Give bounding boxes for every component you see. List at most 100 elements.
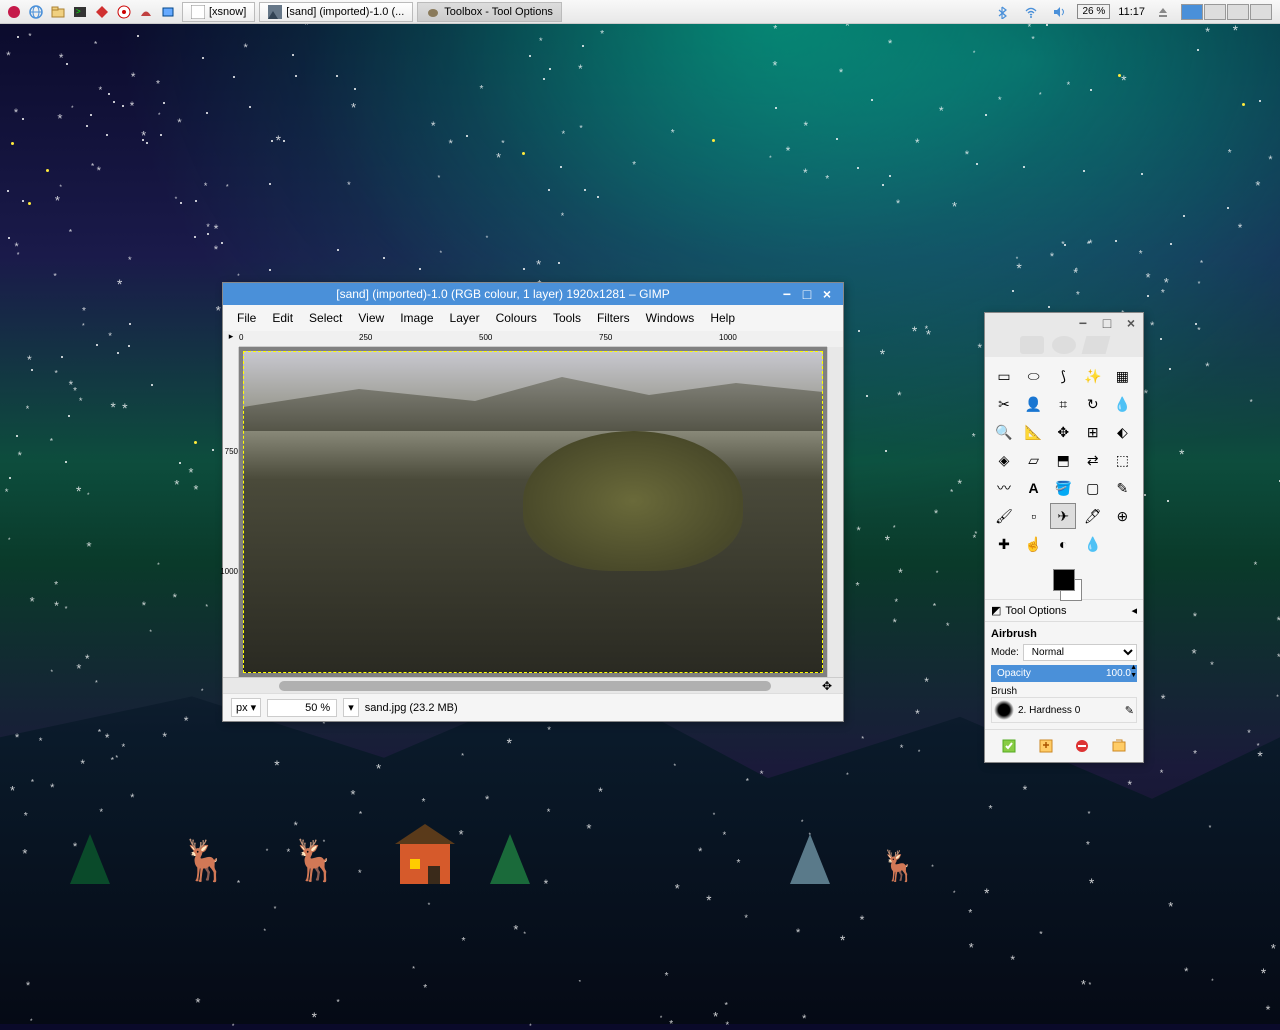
- tool-color-select[interactable]: ▦: [1109, 363, 1135, 389]
- fg-color-swatch[interactable]: [1053, 569, 1075, 591]
- menu-icon[interactable]: [4, 2, 24, 22]
- reset-icon[interactable]: [1109, 736, 1129, 756]
- menu-file[interactable]: File: [229, 309, 264, 327]
- tool-foreground[interactable]: 👤: [1021, 391, 1047, 417]
- volume-icon[interactable]: [1049, 2, 1069, 22]
- tool-cage[interactable]: ⬚: [1109, 447, 1135, 473]
- tool-shear[interactable]: ▱: [1021, 447, 1047, 473]
- scrollbar-vertical[interactable]: [827, 347, 843, 677]
- canvas[interactable]: [239, 347, 827, 677]
- taskbar-app-xsnow[interactable]: [xsnow]: [182, 2, 255, 22]
- opacity-up[interactable]: ▲: [1130, 664, 1137, 671]
- tool-blur[interactable]: 💧: [1080, 531, 1106, 557]
- clock[interactable]: 11:17: [1118, 6, 1145, 18]
- minimize-button[interactable]: −: [779, 287, 795, 301]
- battery-indicator[interactable]: 26 %: [1077, 4, 1110, 19]
- tool-ellipse-select[interactable]: ⬭: [1021, 363, 1047, 389]
- mode-select[interactable]: Normal: [1023, 644, 1137, 661]
- tool-smudge[interactable]: ☝: [1021, 531, 1047, 557]
- save-preset-icon[interactable]: [999, 736, 1019, 756]
- tool-flip[interactable]: ⇄: [1080, 447, 1106, 473]
- tool-gradient[interactable]: ▢: [1080, 475, 1106, 501]
- tool-zoom[interactable]: 🔍: [991, 419, 1017, 445]
- tool-move[interactable]: ✥: [1050, 419, 1076, 445]
- tool-handle[interactable]: ⬖: [1109, 419, 1135, 445]
- taskbar-app-gimp-toolbox[interactable]: Toolbox - Tool Options: [417, 2, 562, 22]
- active-tool-name: Airbrush: [991, 628, 1137, 640]
- minimize-button[interactable]: −: [1075, 316, 1091, 330]
- bluetooth-icon[interactable]: [993, 2, 1013, 22]
- tool-dodge[interactable]: ◐: [1050, 531, 1076, 557]
- tool-measure[interactable]: 📐: [1021, 419, 1047, 445]
- app-icon[interactable]: [92, 2, 112, 22]
- opacity-slider[interactable]: Opacity 100.0: [991, 665, 1137, 682]
- tool-airbrush[interactable]: ✈: [1050, 503, 1076, 529]
- menu-tools[interactable]: Tools: [545, 309, 589, 327]
- gimp-titlebar[interactable]: [sand] (imported)-1.0 (RGB colour, 1 lay…: [223, 283, 843, 305]
- wifi-icon[interactable]: [1021, 2, 1041, 22]
- workspace-2[interactable]: [1204, 4, 1226, 20]
- menu-help[interactable]: Help: [702, 309, 743, 327]
- restore-preset-icon[interactable]: [1036, 736, 1056, 756]
- app-icon[interactable]: [136, 2, 156, 22]
- menu-edit[interactable]: Edit: [264, 309, 301, 327]
- tool-clone[interactable]: ⊕: [1109, 503, 1135, 529]
- terminal-icon[interactable]: >: [70, 2, 90, 22]
- files-icon[interactable]: [48, 2, 68, 22]
- menu-layer[interactable]: Layer: [442, 309, 488, 327]
- menu-view[interactable]: View: [350, 309, 392, 327]
- maximize-button[interactable]: □: [1099, 316, 1115, 330]
- ruler-corner[interactable]: ▸: [223, 331, 239, 347]
- taskbar-app-gimp-image[interactable]: [sand] (imported)-1.0 (...: [259, 2, 413, 22]
- tool-perspective[interactable]: ⬒: [1050, 447, 1076, 473]
- menu-windows[interactable]: Windows: [638, 309, 703, 327]
- tool-align[interactable]: ⊞: [1080, 419, 1106, 445]
- tool-fuzzy-select[interactable]: ✨: [1080, 363, 1106, 389]
- tool-eraser[interactable]: ▫: [1021, 503, 1047, 529]
- tool-text[interactable]: A: [1021, 475, 1047, 501]
- menu-colours[interactable]: Colours: [488, 309, 545, 327]
- ruler-vertical[interactable]: 7501000: [223, 347, 239, 677]
- menu-select[interactable]: Select: [301, 309, 350, 327]
- workspace-1[interactable]: [1181, 4, 1203, 20]
- close-button[interactable]: ×: [819, 287, 835, 301]
- toolbox-titlebar[interactable]: − □ ×: [985, 313, 1143, 333]
- tool-color-picker[interactable]: 💧: [1109, 391, 1135, 417]
- tool-scissors[interactable]: ✂: [991, 391, 1017, 417]
- opacity-down[interactable]: ▼: [1130, 672, 1137, 679]
- tool-bucket[interactable]: 🪣: [1050, 475, 1076, 501]
- tool-paintbrush[interactable]: 🖌: [991, 503, 1017, 529]
- zoom-dropdown[interactable]: ▾: [343, 698, 359, 717]
- tool-warp[interactable]: 〰: [991, 475, 1017, 501]
- tool-heal[interactable]: ✚: [991, 531, 1017, 557]
- ruler-horizontal[interactable]: 02505007501000: [239, 331, 827, 347]
- workspace-3[interactable]: [1227, 4, 1249, 20]
- app-icon[interactable]: [114, 2, 134, 22]
- app-icon[interactable]: [158, 2, 178, 22]
- close-button[interactable]: ×: [1123, 316, 1139, 330]
- tool-pencil[interactable]: ✎: [1109, 475, 1135, 501]
- eject-icon[interactable]: [1153, 2, 1173, 22]
- tool-free-select[interactable]: ⟆: [1050, 363, 1076, 389]
- web-icon[interactable]: [26, 2, 46, 22]
- unit-dropdown[interactable]: px ▾: [231, 698, 261, 717]
- tool-crop[interactable]: ⌗: [1050, 391, 1076, 417]
- scrollbar-horizontal[interactable]: ✥: [223, 677, 843, 693]
- brush-selector[interactable]: 2. Hardness 0 ✎: [991, 697, 1137, 723]
- tool-rotate[interactable]: ↻: [1080, 391, 1106, 417]
- workspace-4[interactable]: [1250, 4, 1272, 20]
- tool-rect-select[interactable]: ▭: [991, 363, 1017, 389]
- detach-icon[interactable]: ◂: [1131, 604, 1137, 617]
- tool-unified[interactable]: ◈: [991, 447, 1017, 473]
- maximize-button[interactable]: □: [799, 287, 815, 301]
- canvas-image: [243, 351, 823, 673]
- tool-ink[interactable]: 🖊: [1080, 503, 1106, 529]
- zoom-input[interactable]: 50 %: [267, 699, 337, 717]
- brush-edit-icon[interactable]: ✎: [1125, 704, 1134, 717]
- menu-image[interactable]: Image: [392, 309, 441, 327]
- tool-options-header[interactable]: ◩ Tool Options ◂: [985, 599, 1143, 622]
- delete-preset-icon[interactable]: [1072, 736, 1092, 756]
- nav-icon[interactable]: [827, 331, 843, 347]
- taskbar: > [xsnow] [sand] (imported)-1.0 (... Too…: [0, 0, 1280, 24]
- menu-filters[interactable]: Filters: [589, 309, 638, 327]
